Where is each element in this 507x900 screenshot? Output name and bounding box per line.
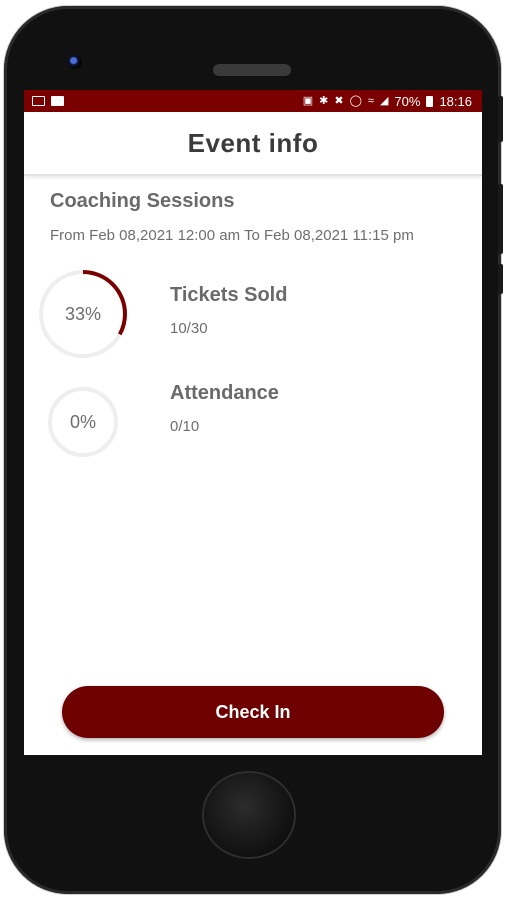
lock-icon: ▣: [302, 94, 314, 107]
volume-button: [498, 96, 503, 142]
battery-icon: [426, 95, 434, 107]
attendance-percent-label: 0%: [69, 411, 96, 432]
tickets-percent-label: 33%: [64, 303, 102, 324]
attendance-progress-ring: 0%: [45, 384, 121, 460]
attendance-title: Attendance: [170, 382, 279, 404]
folder-icon: [51, 96, 64, 106]
event-content: Coaching Sessions From Feb 08,2021 12:00…: [24, 190, 482, 244]
tickets-sold-title: Tickets Sold: [170, 284, 288, 306]
attendance-value: 0/10: [170, 418, 200, 435]
earpiece-speaker: [213, 64, 291, 76]
front-camera: [68, 55, 82, 69]
status-left: [32, 96, 64, 106]
side-button: [498, 264, 503, 294]
event-name: Coaching Sessions: [50, 190, 235, 212]
status-bar: ▣ ✱ ✖ ◯ ≈ ◢ 70% 18:16: [24, 90, 482, 112]
app-screen: ▣ ✱ ✖ ◯ ≈ ◢ 70% 18:16 Event info Coachin…: [24, 90, 482, 755]
app-header: Event info: [24, 112, 482, 176]
attendance-row: 0% Attendance 0/10: [24, 382, 482, 490]
clock: 18:16: [439, 93, 472, 109]
page-title: Event info: [187, 127, 319, 158]
mute-icon: ✖: [334, 94, 344, 107]
check-in-button[interactable]: Check In: [62, 686, 444, 738]
battery-percent: 70%: [394, 93, 421, 109]
signal-icon: ◢: [379, 94, 389, 107]
tickets-progress-ring: 33%: [35, 266, 131, 362]
bluetooth-icon: ✱: [319, 94, 329, 107]
home-button[interactable]: [204, 773, 294, 857]
alarm-icon: ◯: [349, 94, 362, 107]
power-button: [498, 184, 503, 254]
status-right: ▣ ✱ ✖ ◯ ≈ ◢ 70% 18:16: [303, 94, 472, 109]
wifi-icon: ≈: [367, 94, 374, 107]
tickets-sold-row: 33% Tickets Sold 10/30: [24, 262, 482, 370]
event-dates: From Feb 08,2021 12:00 am To Feb 08,2021…: [50, 227, 414, 244]
gallery-icon: [32, 96, 45, 106]
tickets-sold-value: 10/30: [170, 320, 208, 337]
